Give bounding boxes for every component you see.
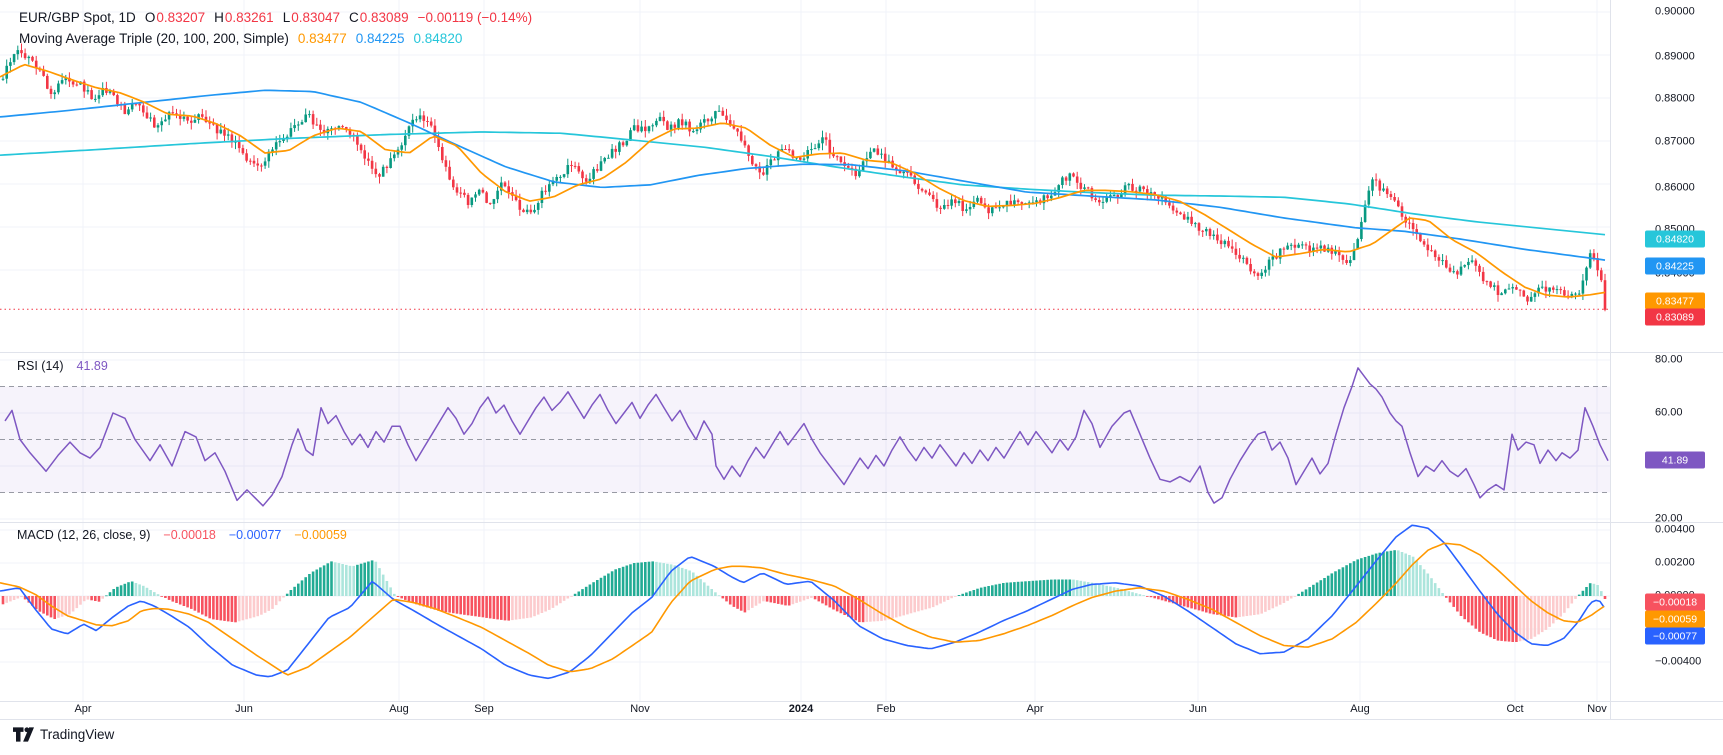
price-axis-badge: 0.84820: [1645, 231, 1705, 248]
time-axis-divider: [0, 701, 1723, 702]
price-axis-label: 0.87000: [1655, 137, 1695, 148]
price-axis-label: 0.90000: [1655, 7, 1695, 18]
ohlc-c-value: C0.83089: [349, 7, 409, 28]
time-axis-label: 2024: [789, 703, 813, 715]
macd-indicator-title[interactable]: MACD (12, 26, close, 9): [17, 528, 150, 542]
change-value: −0.00119 (−0.14%): [418, 7, 533, 28]
price-axis-badge: 0.83477: [1645, 293, 1705, 310]
price-axis-label: 0.86000: [1655, 183, 1695, 194]
macd-axis-label: −0.00400: [1655, 657, 1701, 668]
ohlc-o-value: O0.83207: [145, 7, 205, 28]
macd-value: −0.00059: [294, 528, 346, 542]
ma-value: 0.84225: [356, 28, 405, 49]
ma-indicator-title[interactable]: Moving Average Triple (20, 100, 200, Sim…: [19, 28, 289, 49]
macd-axis-label: 0.00400: [1655, 525, 1695, 536]
ohlc-h-value: H0.83261: [214, 7, 274, 28]
time-axis-label: Jun: [1189, 703, 1207, 715]
ma-row: Moving Average Triple (20, 100, 200, Sim…: [19, 28, 532, 49]
ma-values: 0.83477 0.84225 0.84820: [298, 28, 462, 49]
tradingview-label: TradingView: [40, 727, 114, 742]
tradingview-icon: [13, 727, 34, 742]
time-axis-label: Oct: [1506, 703, 1523, 715]
time-axis-label: Nov: [630, 703, 650, 715]
rsi-value: 41.89: [77, 359, 108, 373]
tradingview-chart-page: { "header": { "symbol": "EUR/GBP Spot, 1…: [0, 0, 1723, 755]
price-axis-badge: 0.83089: [1645, 309, 1705, 326]
rsi-header[interactable]: RSI (14) 41.89: [17, 359, 115, 373]
macd-header[interactable]: MACD (12, 26, close, 9) −0.00018 −0.00077−…: [17, 528, 361, 542]
ma-value: 0.84820: [414, 28, 463, 49]
time-axis-label: Jun: [235, 703, 253, 715]
ohlc-l-value: L0.83047: [283, 7, 340, 28]
time-axis-label: Aug: [389, 703, 409, 715]
time-axis-label: Apr: [1026, 703, 1043, 715]
macd-axis-badge: −0.00018: [1645, 594, 1705, 611]
time-axis-label: Sep: [474, 703, 494, 715]
price-axis-label: 0.88000: [1655, 94, 1695, 105]
rsi-indicator-title[interactable]: RSI (14): [17, 359, 64, 373]
symbol-header[interactable]: EUR/GBP Spot, 1D O0.83207 H0.83261 L0.8304…: [19, 7, 532, 49]
price-axis-divider: [1610, 0, 1611, 719]
time-axis-label: Feb: [877, 703, 896, 715]
rsi-axis-label: 60.00: [1655, 408, 1683, 419]
time-axis-label: Aug: [1350, 703, 1370, 715]
ma-value: 0.83477: [298, 28, 347, 49]
macd-value: −0.00018: [163, 528, 215, 542]
macd-axis-badge: −0.00059: [1645, 611, 1705, 628]
macd-values: −0.00018 −0.00077 −0.00059: [157, 528, 353, 542]
macd-panel-divider[interactable]: [0, 522, 1723, 523]
chart-canvas[interactable]: [0, 0, 1723, 722]
price-axis-badge: 0.84225: [1645, 258, 1705, 275]
macd-value: −0.00077: [229, 528, 281, 542]
tradingview-logo[interactable]: TradingView: [13, 727, 114, 742]
time-axis-label: Apr: [74, 703, 91, 715]
price-axis-label: 0.89000: [1655, 52, 1695, 63]
ohlc-values: O0.83207 H0.83261 L0.83047 C0.83089: [145, 7, 409, 28]
rsi-panel-divider[interactable]: [0, 352, 1723, 353]
time-axis-label: Nov: [1587, 703, 1607, 715]
macd-axis-label: 0.00200: [1655, 558, 1695, 569]
bottom-divider: [0, 719, 1723, 720]
symbol-title[interactable]: EUR/GBP Spot, 1D: [19, 7, 136, 28]
rsi-axis-badge: 41.89: [1645, 452, 1705, 469]
ohlc-row: EUR/GBP Spot, 1D O0.83207 H0.83261 L0.8304…: [19, 7, 532, 28]
rsi-axis-label: 80.00: [1655, 355, 1683, 366]
macd-axis-badge: −0.00077: [1645, 628, 1705, 645]
